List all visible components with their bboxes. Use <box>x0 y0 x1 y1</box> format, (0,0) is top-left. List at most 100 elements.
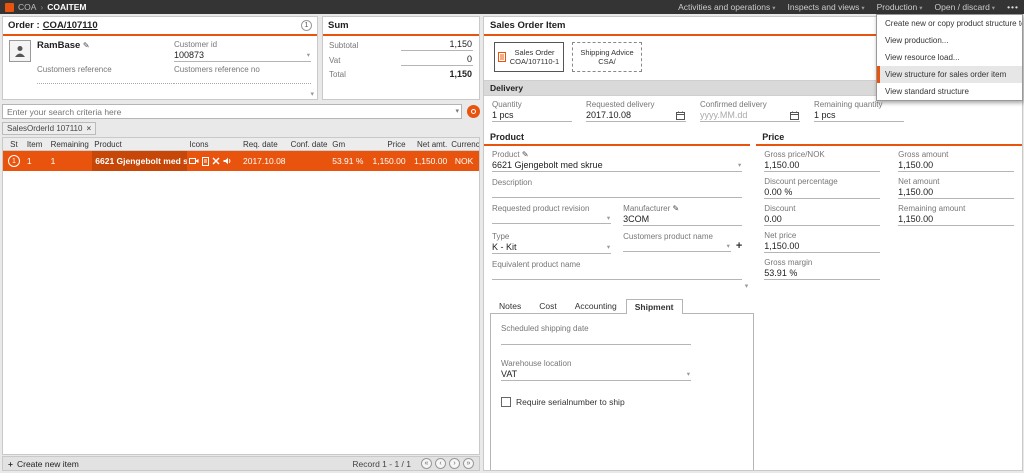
menu-item-view-production[interactable]: View production... <box>877 32 1022 49</box>
price-grid: Gross price/NOK 1,150.00 Discount percen… <box>756 150 1022 285</box>
collapse-panel-icon[interactable]: ▾ <box>310 90 314 98</box>
edit-icon[interactable]: ✎ <box>522 150 529 159</box>
card-text: Sales Order COA/107110-1 <box>509 48 560 66</box>
discount-input[interactable]: 0.00 <box>764 213 880 226</box>
manufacturer-input[interactable]: 3COM <box>623 213 742 226</box>
warehouse-location-label: Warehouse location <box>501 359 743 368</box>
price-right-column: Gross amount 1,150.00 Net amount 1,150.0… <box>898 150 1014 285</box>
product-price-columns: Product Product ✎ 6621 Gjengebolt med sk… <box>484 130 1022 290</box>
description-input[interactable] <box>492 187 742 198</box>
menu-inspects-and-views[interactable]: Inspects and views▾ <box>788 2 865 12</box>
customer-card: RamBase ✎ Customer id 100873 ▾ Customers… <box>3 36 317 89</box>
discount-percentage-label: Discount percentage <box>764 177 880 186</box>
edit-icon[interactable]: ✎ <box>673 204 680 213</box>
confirmed-delivery-field: Confirmed delivery yyyy.MM.dd <box>700 100 800 122</box>
row-req-date-cell: 2017.10.08 <box>241 156 289 166</box>
total-value: 1,150 <box>401 69 473 80</box>
requested-revision-select[interactable]: ▾ <box>492 213 611 224</box>
menu-item-view-structure-sales-order-item[interactable]: View structure for sales order item <box>877 66 1022 83</box>
customers-product-name-select[interactable]: ▾ <box>623 241 731 252</box>
row-gm-cell: 53.91 % <box>330 156 364 166</box>
more-options-icon[interactable]: ••• <box>1007 2 1019 12</box>
chevron-down-icon: ▾ <box>919 5 922 12</box>
discount-percentage-value: 0.00 % <box>764 187 792 197</box>
calendar-icon[interactable] <box>790 111 799 120</box>
last-page-button[interactable]: » <box>463 458 474 469</box>
tab-notes[interactable]: Notes <box>490 298 530 313</box>
status-badge: 1 <box>8 155 20 167</box>
calendar-icon[interactable] <box>676 111 685 120</box>
discount-percentage-input[interactable]: 0.00 % <box>764 186 880 199</box>
warehouse-location-select[interactable]: VAT ▾ <box>501 368 691 381</box>
menu-open-discard[interactable]: Open / discard▾ <box>935 2 996 12</box>
create-new-item-button[interactable]: Create new item <box>17 459 79 469</box>
revision-manufacturer-row: Requested product revision ▾ Manufacture… <box>492 204 742 226</box>
net-amount-value: 1,150.00 <box>898 187 933 197</box>
close-icon[interactable]: × <box>86 124 91 133</box>
chevron-down-icon[interactable]: ▾ <box>607 214 610 222</box>
topbar-menus: Activities and operations▾ Inspects and … <box>678 2 1019 12</box>
prev-page-button[interactable]: ‹ <box>435 458 446 469</box>
document-icon[interactable] <box>202 157 209 166</box>
product-select[interactable]: 6621 Gjengebolt med skrue ▾ <box>492 159 742 172</box>
row-status-cell: 1 <box>3 155 25 167</box>
chevron-down-icon[interactable]: ▾ <box>607 243 610 251</box>
row-icons-cell <box>187 157 241 166</box>
row-item-cell: 1 <box>25 156 49 166</box>
shipping-advice-card[interactable]: Shipping Advice CSA/ <box>572 42 642 72</box>
price-left-column: Gross price/NOK 1,150.00 Discount percen… <box>764 150 880 285</box>
camera-icon[interactable] <box>189 157 199 165</box>
menu-production[interactable]: Production▾ <box>877 2 923 12</box>
breadcrumb-parent[interactable]: COA <box>18 2 36 12</box>
tab-shipment[interactable]: Shipment <box>626 299 683 314</box>
customers-reference-no-field[interactable] <box>174 74 311 84</box>
menu-item-view-standard-structure[interactable]: View standard structure <box>877 83 1022 100</box>
filter-reset-icon[interactable] <box>467 105 480 118</box>
table-row[interactable]: 1 1 1 6621 Gjengebolt med skrue 2017.10.… <box>3 151 479 171</box>
product-section-header: Product <box>484 130 750 146</box>
chevron-down-icon[interactable]: ▾ <box>455 107 459 115</box>
equivalent-product-name-input[interactable] <box>492 269 742 280</box>
chevron-down-icon[interactable]: ▾ <box>687 370 690 378</box>
delivery-fields: Quantity 1 pcs Requested delivery 2017.1… <box>484 96 1022 130</box>
menu-label: Production <box>877 2 918 12</box>
chevron-down-icon[interactable]: ▾ <box>307 51 310 59</box>
require-serialnumber-label: Require serialnumber to ship <box>516 397 625 407</box>
speaker-icon[interactable] <box>223 157 232 165</box>
require-serialnumber-checkbox[interactable] <box>501 397 511 407</box>
first-page-button[interactable]: « <box>421 458 432 469</box>
chevron-down-icon[interactable]: ▾ <box>727 242 730 250</box>
search-input[interactable] <box>2 104 462 119</box>
edit-icon[interactable]: ✎ <box>83 41 90 50</box>
card-line1: Shipping Advice <box>576 48 638 57</box>
menu-activities-and-operations[interactable]: Activities and operations▾ <box>678 2 775 12</box>
tab-accounting[interactable]: Accounting <box>566 298 626 313</box>
menu-item-create-product-structure[interactable]: Create new or copy product structure to … <box>877 15 1022 32</box>
order-link[interactable]: COA/107110 <box>43 20 98 31</box>
type-select[interactable]: K - Kit▾ <box>492 241 611 254</box>
warehouse-location-value: VAT <box>501 369 517 379</box>
menu-item-view-resource-load[interactable]: View resource load... <box>877 49 1022 66</box>
gross-price-label: Gross price/NOK <box>764 150 880 159</box>
scheduled-shipping-date-input[interactable] <box>501 333 691 345</box>
sales-order-card[interactable]: Sales Order COA/107110-1 <box>494 42 564 72</box>
tab-cost[interactable]: Cost <box>530 298 565 313</box>
requested-delivery-input[interactable]: 2017.10.08 <box>586 109 686 122</box>
customer-id-field[interactable]: 100873 ▾ <box>174 49 311 62</box>
requested-delivery-value: 2017.10.08 <box>586 110 631 120</box>
confirmed-delivery-input[interactable]: yyyy.MM.dd <box>700 109 800 122</box>
next-page-button[interactable]: › <box>449 458 460 469</box>
manufacturer-label-text: Manufacturer <box>623 204 670 213</box>
gross-margin-field: Gross margin 53.91 % <box>764 258 880 280</box>
customers-reference-field[interactable] <box>37 74 174 84</box>
add-customers-product-name-button[interactable]: + <box>736 241 742 252</box>
customers-product-name-group: ▾ + <box>623 241 742 252</box>
gross-margin-value-box: 53.91 % <box>764 267 880 280</box>
scroll-down-icon[interactable]: ▾ <box>745 282 749 290</box>
chevron-down-icon[interactable]: ▾ <box>738 161 741 169</box>
quantity-input[interactable]: 1 pcs <box>492 109 572 122</box>
remove-icon[interactable] <box>212 157 220 165</box>
gross-price-input[interactable]: 1,150.00 <box>764 159 880 172</box>
row-product-cell[interactable]: 6621 Gjengebolt med skrue <box>92 151 187 171</box>
filter-chip-salesorderid[interactable]: SalesOrderId 107110 × <box>2 122 96 135</box>
